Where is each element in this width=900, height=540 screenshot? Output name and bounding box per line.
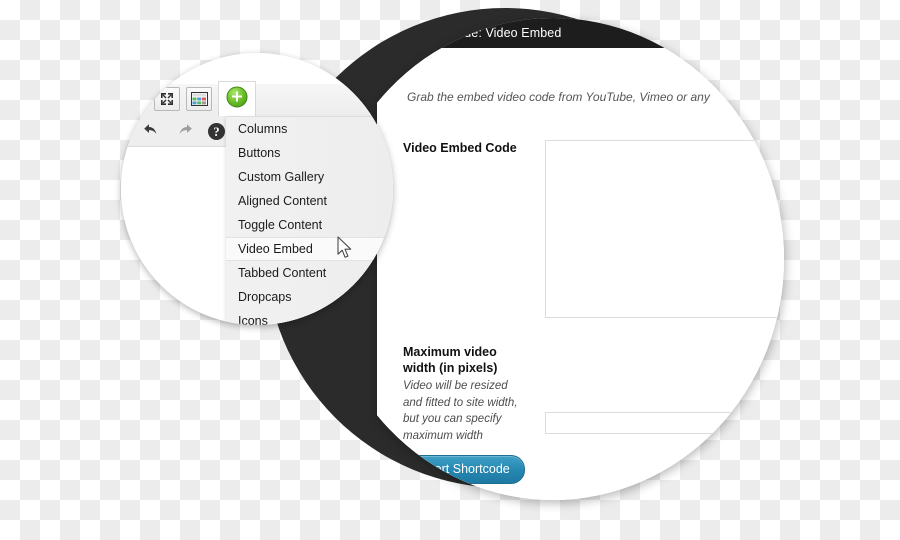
magnifier-content: ? Columns Buttons Custom Gallery Aligned…	[121, 53, 393, 325]
table-icon-button[interactable]	[186, 87, 212, 111]
redo-icon	[172, 120, 196, 142]
insert-shortcode-dialog: Insert Shortcode: Video Embed Grab the e…	[377, 18, 784, 500]
undo-icon-button[interactable]	[139, 119, 165, 143]
menu-item-buttons[interactable]: Buttons	[226, 141, 393, 165]
menu-item-dropcaps[interactable]: Dropcaps	[226, 285, 393, 309]
shortcode-dropdown-menu: Columns Buttons Custom Gallery Aligned C…	[226, 116, 393, 325]
maximum-video-width-input[interactable]	[545, 412, 784, 434]
video-embed-code-textarea[interactable]	[545, 140, 784, 318]
undo-icon	[140, 120, 164, 142]
dialog-body: Grab the embed video code from YouTube, …	[377, 48, 784, 500]
fullscreen-icon	[155, 88, 179, 110]
table-icon	[187, 88, 211, 110]
insert-shortcode-button[interactable]: Insert Shortcode	[403, 455, 525, 484]
menu-item-custom-gallery[interactable]: Custom Gallery	[226, 165, 393, 189]
menu-item-toggle-content[interactable]: Toggle Content	[226, 213, 393, 237]
menu-item-aligned-content[interactable]: Aligned Content	[226, 189, 393, 213]
screenshot-stage: Insert Shortcode: Video Embed Grab the e…	[0, 0, 900, 540]
field-control-maximum-video-width	[545, 412, 784, 434]
field-description-maximum-video-width: Video will be resized and fitted to site…	[403, 380, 518, 442]
menu-item-columns[interactable]: Columns	[226, 117, 393, 141]
menu-item-video-embed[interactable]: Video Embed	[226, 237, 393, 261]
magnifier-circle: ? Columns Buttons Custom Gallery Aligned…	[121, 53, 393, 325]
add-shortcode-icon-button[interactable]	[218, 81, 256, 116]
question-mark-circle-icon: ?	[204, 120, 228, 142]
fullscreen-icon-button[interactable]	[154, 87, 180, 111]
field-label-video-embed-code: Video Embed Code	[403, 141, 517, 155]
field-control-video-embed-code	[545, 140, 784, 323]
menu-item-tabbed-content[interactable]: Tabbed Content	[226, 261, 393, 285]
menu-item-icons[interactable]: Icons	[226, 309, 393, 325]
field-label-maximum-video-width: Maximum video width (in pixels)	[403, 345, 498, 375]
plus-circle-icon	[226, 86, 248, 113]
svg-text:?: ?	[213, 125, 219, 139]
redo-icon-button[interactable]	[171, 119, 197, 143]
dialog-title: Insert Shortcode: Video Embed	[377, 18, 784, 48]
dialog-hint-text: Grab the embed video code from YouTube, …	[407, 90, 710, 104]
